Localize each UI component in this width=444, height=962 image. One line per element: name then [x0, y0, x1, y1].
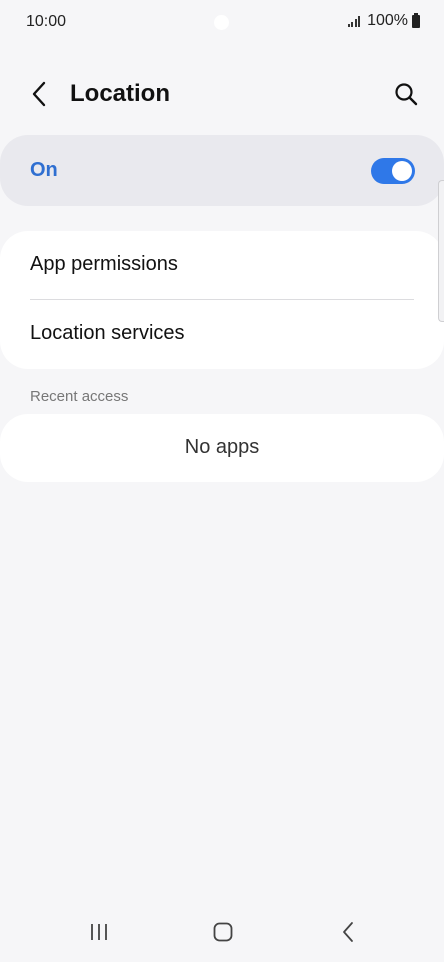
location-menu-card: App permissions Location services: [0, 231, 444, 369]
recent-access-header: Recent access: [30, 388, 129, 405]
recents-icon: [91, 924, 107, 940]
recent-access-card: No apps: [0, 414, 444, 482]
menu-item-app-permissions[interactable]: App permissions: [0, 231, 444, 300]
status-time: 10:00: [26, 13, 67, 30]
scroll-handle[interactable]: [438, 180, 444, 322]
nav-back-button[interactable]: [328, 916, 368, 948]
battery-percentage: 100%: [367, 12, 408, 29]
back-button[interactable]: [22, 76, 58, 112]
app-header: Location: [0, 70, 444, 122]
status-indicators: 100%: [347, 12, 420, 30]
status-bar: 10:00 100%: [0, 0, 444, 46]
battery-icon: [412, 12, 420, 28]
menu-item-location-services[interactable]: Location services: [0, 300, 444, 369]
search-button[interactable]: [388, 76, 424, 112]
page-title: Location: [70, 80, 170, 107]
signal-icon: [347, 15, 361, 27]
recent-access-empty-text: No apps: [184, 436, 260, 458]
location-toggle-row[interactable]: On: [0, 135, 444, 206]
chevron-left-icon: [32, 81, 46, 107]
menu-item-label: App permissions: [30, 253, 178, 275]
location-switch[interactable]: [371, 158, 415, 184]
switch-knob: [392, 161, 412, 181]
location-toggle-label: On: [30, 159, 58, 181]
home-button[interactable]: [203, 916, 243, 948]
home-icon: [213, 922, 233, 942]
menu-item-label: Location services: [30, 322, 185, 344]
back-icon: [343, 922, 353, 942]
search-icon: [395, 83, 418, 106]
camera-cutout: [214, 15, 229, 30]
recents-button[interactable]: [79, 916, 119, 948]
navigation-bar: [0, 908, 444, 956]
